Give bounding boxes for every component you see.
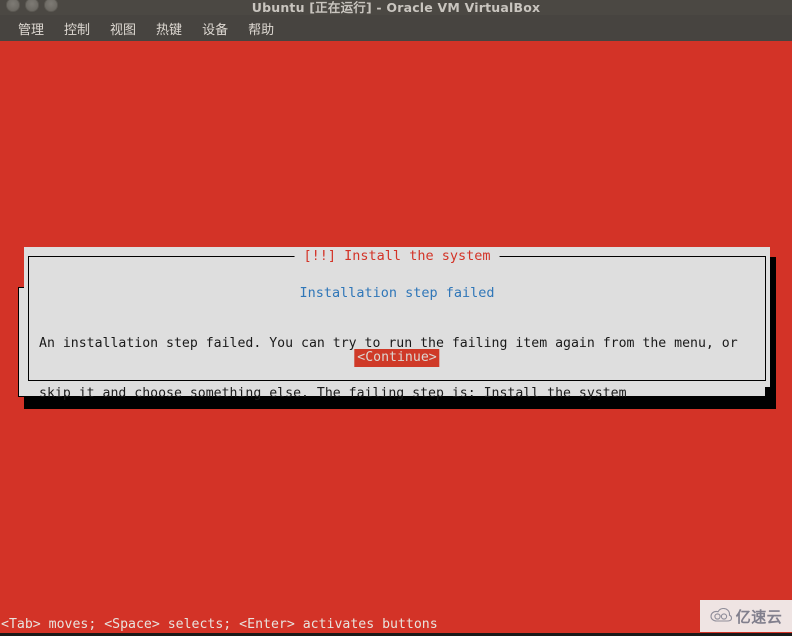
window-titlebar: Ubuntu [正在运行] - Oracle VM VirtualBox [0, 0, 792, 15]
dialog-heading: Installation step failed [299, 285, 495, 301]
menubar: 管理 控制 视图 热键 设备 帮助 [0, 15, 792, 41]
menu-item-manage[interactable]: 管理 [8, 17, 54, 40]
menu-item-help[interactable]: 帮助 [238, 17, 284, 40]
menu-item-devices[interactable]: 设备 [192, 17, 238, 40]
dialog-frame: [!!] Install the system Installation ste… [28, 248, 766, 401]
dialog-message-line: skip it and choose something else. The f… [39, 385, 627, 401]
installer-dialog: [!!] Install the system Installation ste… [18, 247, 776, 409]
cloud-icon [710, 608, 732, 622]
watermark-text: 亿速云 [735, 607, 783, 626]
continue-button[interactable]: <Continue> [354, 349, 440, 367]
menu-item-view[interactable]: 视图 [100, 17, 146, 40]
watermark: 亿速云 [700, 600, 792, 632]
guest-screen: [!!] Install the system Installation ste… [0, 41, 792, 636]
dialog-title: [!!] Install the system [294, 248, 500, 264]
window-title: Ubuntu [正在运行] - Oracle VM VirtualBox [251, 0, 541, 15]
menu-item-control[interactable]: 控制 [54, 17, 100, 40]
dialog-message: An installation step failed. You can try… [39, 303, 765, 435]
dialog-panel: [!!] Install the system Installation ste… [24, 247, 770, 401]
menu-item-hotkeys[interactable]: 热键 [146, 17, 192, 40]
